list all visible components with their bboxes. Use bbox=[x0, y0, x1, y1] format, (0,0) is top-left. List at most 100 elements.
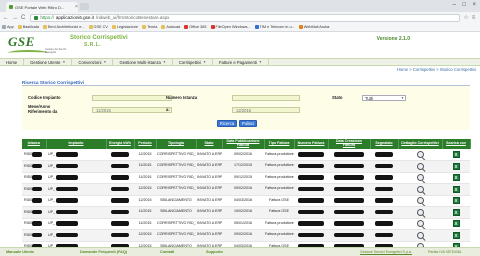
scarica-csv-cell: X bbox=[442, 229, 470, 242]
column-header[interactable]: Energia kWh bbox=[106, 139, 135, 149]
back-arrow-icon[interactable]: ← bbox=[3, 15, 9, 21]
redacted-block bbox=[56, 209, 78, 215]
column-header[interactable]: Data Creazione Fattura bbox=[328, 139, 371, 149]
nav-item-gestione-multi-istanza[interactable]: Gestione Multi-istanza ▼ bbox=[113, 59, 173, 65]
column-header[interactable]: Tipo Fattura bbox=[264, 139, 295, 149]
energia-cell bbox=[106, 206, 134, 219]
data-creazione-cell bbox=[328, 195, 370, 207]
codice-impianto-input[interactable] bbox=[92, 95, 172, 101]
bookmark-item[interactable]: WebMail Aruba bbox=[298, 25, 329, 29]
browser-menu-icon[interactable]: ≡ bbox=[472, 15, 476, 21]
magnifier-icon[interactable] bbox=[416, 197, 424, 205]
bookmark-item[interactable]: Teoria bbox=[142, 25, 157, 29]
bookmark-item[interactable]: GSE CV bbox=[88, 25, 108, 29]
bookmark-item[interactable]: Autocad bbox=[161, 25, 180, 29]
energia-cell bbox=[106, 172, 134, 184]
column-header[interactable]: Segnalato bbox=[370, 139, 399, 149]
bookmark-item[interactable]: Beni Architettonici e... bbox=[43, 25, 85, 29]
column-header[interactable]: Dettaglio Corrispettivi bbox=[398, 139, 443, 149]
footer-link-manuale[interactable]: Manuale Utente bbox=[6, 250, 34, 254]
nav-item-home[interactable]: Home bbox=[0, 59, 25, 65]
tipologia-cell: SBILANCIAMENTO bbox=[156, 206, 196, 219]
nav-item-corrispettivi[interactable]: Corrispettivi ▼ bbox=[173, 59, 213, 65]
caret-down-icon: ▼ bbox=[103, 60, 107, 64]
tipo-fattura-cell: Fattura produttore bbox=[264, 183, 294, 196]
ricerca-button[interactable]: Ricerca bbox=[217, 120, 237, 127]
data-creazione-cell bbox=[328, 183, 370, 196]
caret-down-icon: ▼ bbox=[258, 60, 262, 64]
tipo-fattura-cell: Fattura produttore bbox=[264, 160, 294, 173]
excel-csv-icon[interactable]: X bbox=[452, 231, 460, 239]
minimize-button[interactable]: – bbox=[453, 1, 456, 9]
excel-csv-icon[interactable]: X bbox=[452, 197, 460, 205]
mese-da-input[interactable]: 11/2015 bbox=[92, 107, 172, 113]
data-creazione-cell bbox=[328, 160, 370, 173]
excel-csv-icon[interactable]: X bbox=[452, 162, 460, 170]
breadcrumb[interactable]: Home > Corrispettivi > Storico Corrispet… bbox=[397, 67, 476, 72]
forward-arrow-icon[interactable]: → bbox=[12, 15, 18, 21]
mese-a-input[interactable]: 12/2015 bbox=[232, 107, 300, 113]
magnifier-icon[interactable] bbox=[416, 208, 424, 216]
column-header[interactable]: Istanza bbox=[22, 139, 47, 149]
tab-close-icon[interactable]: × bbox=[75, 4, 78, 10]
magnifier-icon[interactable] bbox=[416, 151, 424, 158]
redacted-block bbox=[111, 175, 129, 180]
magnifier-icon[interactable] bbox=[416, 220, 424, 228]
tipologia-cell: CORRISPETTIVO RID_TO bbox=[156, 160, 196, 173]
tipo-fattura-cell: Fattura GSE bbox=[264, 206, 294, 219]
magnifier-icon[interactable] bbox=[416, 185, 424, 193]
bookmark-star-icon[interactable]: ☆ bbox=[463, 15, 468, 21]
stato-cell: INVIATO A ERP bbox=[196, 160, 222, 173]
redacted-block bbox=[334, 198, 364, 203]
column-header[interactable]: Scarica csv bbox=[442, 139, 471, 149]
excel-csv-icon[interactable]: X bbox=[452, 208, 460, 216]
gse-logo[interactable]: GSE bbox=[8, 34, 35, 50]
column-header[interactable]: Data Pubblicazione Fattura bbox=[222, 139, 265, 149]
bookmark-item[interactable]: TIM e Telecom in u... bbox=[254, 25, 295, 29]
excel-csv-icon[interactable]: X bbox=[452, 174, 460, 182]
bookmark-item[interactable]: App bbox=[2, 25, 14, 29]
scarica-csv-cell: X bbox=[442, 183, 470, 196]
footer-link-supporto[interactable]: Supporto bbox=[206, 250, 223, 254]
excel-csv-icon[interactable]: X bbox=[452, 185, 460, 193]
bookmark-item[interactable]: Basilicata bbox=[17, 25, 39, 29]
nav-item-gestione-utente[interactable]: Gestione Utente ▼ bbox=[24, 59, 73, 65]
footer-link-contatti[interactable]: Contatti bbox=[160, 250, 174, 254]
tipologia-cell: CORRISPETTIVO RID_TO bbox=[156, 229, 196, 242]
new-tab-button[interactable] bbox=[80, 3, 89, 10]
footer-link-faq[interactable]: Domande Frequenti (FAQ) bbox=[80, 250, 127, 254]
column-header[interactable]: Numero Fattura bbox=[294, 139, 329, 149]
periodo-cell: 11/2015 bbox=[134, 172, 156, 184]
impianto-value: UP_ bbox=[48, 175, 55, 180]
nav-item-convenzioni[interactable]: Convenzioni ▼ bbox=[72, 59, 114, 65]
close-window-button[interactable]: × bbox=[472, 1, 476, 9]
column-header[interactable]: Tipologia bbox=[156, 139, 197, 149]
stato-select[interactable]: Tutti ▼ bbox=[362, 95, 406, 101]
nav-item-label: Corrispettivi bbox=[178, 59, 201, 65]
redacted-block bbox=[56, 221, 78, 226]
numero-istanza-input[interactable] bbox=[232, 95, 300, 101]
column-header[interactable]: Periodo bbox=[134, 139, 157, 149]
column-header[interactable]: Impianto bbox=[46, 139, 107, 149]
pulisci-button[interactable]: Pulisci bbox=[239, 120, 257, 127]
bookmark-label: Beni Architettonici e... bbox=[48, 25, 85, 29]
redacted-block bbox=[298, 221, 324, 226]
bookmark-item[interactable]: Office 365 bbox=[184, 25, 207, 29]
magnifier-icon[interactable] bbox=[416, 231, 424, 239]
nav-item-fatture-e-pagamenti[interactable]: Fatture e Pagamenti ▼ bbox=[213, 59, 269, 65]
impianto-value: UP_ bbox=[48, 198, 55, 203]
excel-csv-icon[interactable]: X bbox=[452, 220, 460, 228]
bookmark-item[interactable]: FileOpen Windows... bbox=[210, 25, 251, 29]
table-row: RID0 UP_ 11/2015CORRISPETTIVO RID_TOINVIAT… bbox=[22, 172, 470, 184]
browser-tab[interactable]: GSE Portale Web Ritiro D... × bbox=[6, 2, 78, 12]
reload-icon[interactable]: C bbox=[21, 15, 25, 21]
data-creazione-cell bbox=[328, 218, 370, 230]
bookmark-item[interactable]: Legislazione bbox=[111, 25, 138, 29]
column-header[interactable]: Stato bbox=[196, 139, 223, 149]
magnifier-icon[interactable] bbox=[416, 162, 424, 170]
excel-csv-icon[interactable]: X bbox=[452, 151, 460, 158]
footer-company[interactable]: Gestore Servizi Energetici S.p.a. bbox=[360, 250, 412, 254]
url-input[interactable]: https://applicazioni6.gse.it/ridweb_ui/f… bbox=[30, 13, 461, 22]
maximize-button[interactable]: □ bbox=[462, 1, 466, 9]
magnifier-icon[interactable] bbox=[416, 174, 424, 182]
